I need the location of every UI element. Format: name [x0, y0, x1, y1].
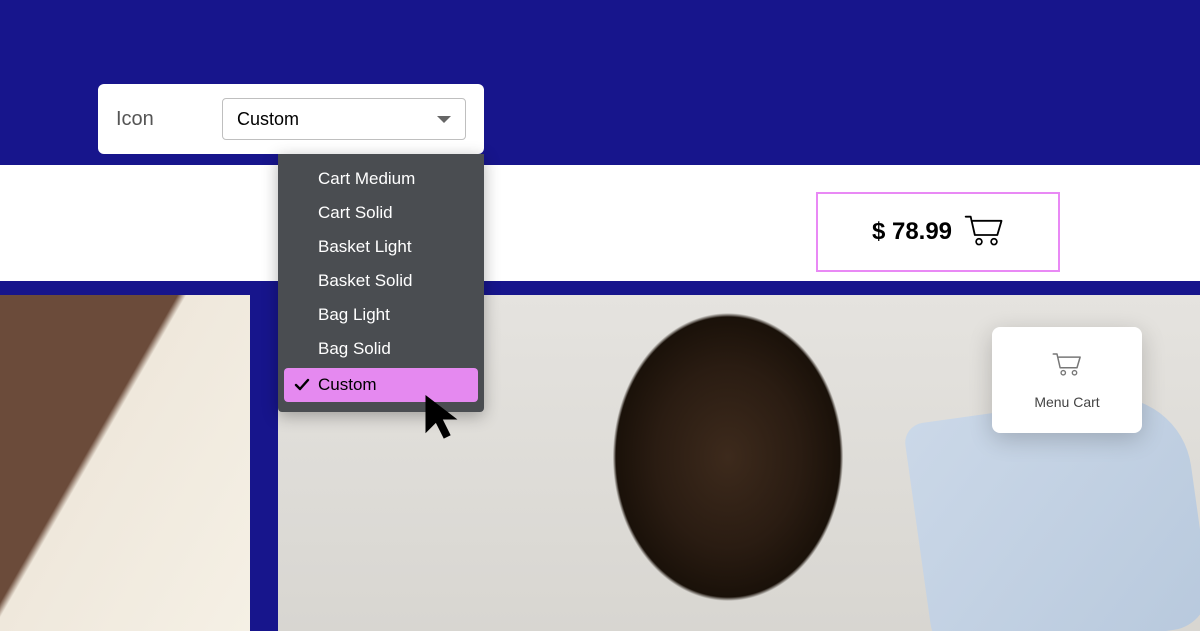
icon-selector-panel: Icon Custom [98, 84, 484, 154]
dropdown-option-label: Bag Light [318, 305, 390, 325]
dropdown-option-bag-solid[interactable]: Bag Solid [278, 332, 484, 366]
dropdown-option-label: Cart Medium [318, 169, 415, 189]
dropdown-option-label: Custom [318, 375, 377, 395]
product-image-left [0, 295, 250, 631]
menu-cart-label: Menu Cart [1034, 394, 1099, 410]
icon-dropdown-menu: Cart Medium Cart Solid Basket Light Bask… [278, 154, 484, 412]
dropdown-option-label: Basket Light [318, 237, 412, 257]
cursor-icon [420, 394, 468, 442]
dropdown-option-label: Bag Solid [318, 339, 391, 359]
check-icon [294, 377, 310, 393]
cart-icon [964, 212, 1004, 253]
cart-total-price: $ 78.99 [872, 218, 952, 246]
dropdown-option-label: Cart Solid [318, 203, 393, 223]
dropdown-option-cart-solid[interactable]: Cart Solid [278, 196, 484, 230]
dropdown-option-basket-solid[interactable]: Basket Solid [278, 264, 484, 298]
dropdown-option-basket-light[interactable]: Basket Light [278, 230, 484, 264]
dropdown-option-cart-medium[interactable]: Cart Medium [278, 162, 484, 196]
dropdown-option-bag-light[interactable]: Bag Light [278, 298, 484, 332]
icon-select-value: Custom [237, 109, 299, 130]
cart-total-box[interactable]: $ 78.99 [816, 192, 1060, 272]
cart-icon [1052, 351, 1082, 382]
icon-field-label: Icon [116, 108, 202, 131]
icon-select[interactable]: Custom [222, 98, 466, 140]
caret-down-icon [437, 116, 451, 123]
dropdown-option-label: Basket Solid [318, 271, 413, 291]
menu-cart-card[interactable]: Menu Cart [992, 327, 1142, 433]
